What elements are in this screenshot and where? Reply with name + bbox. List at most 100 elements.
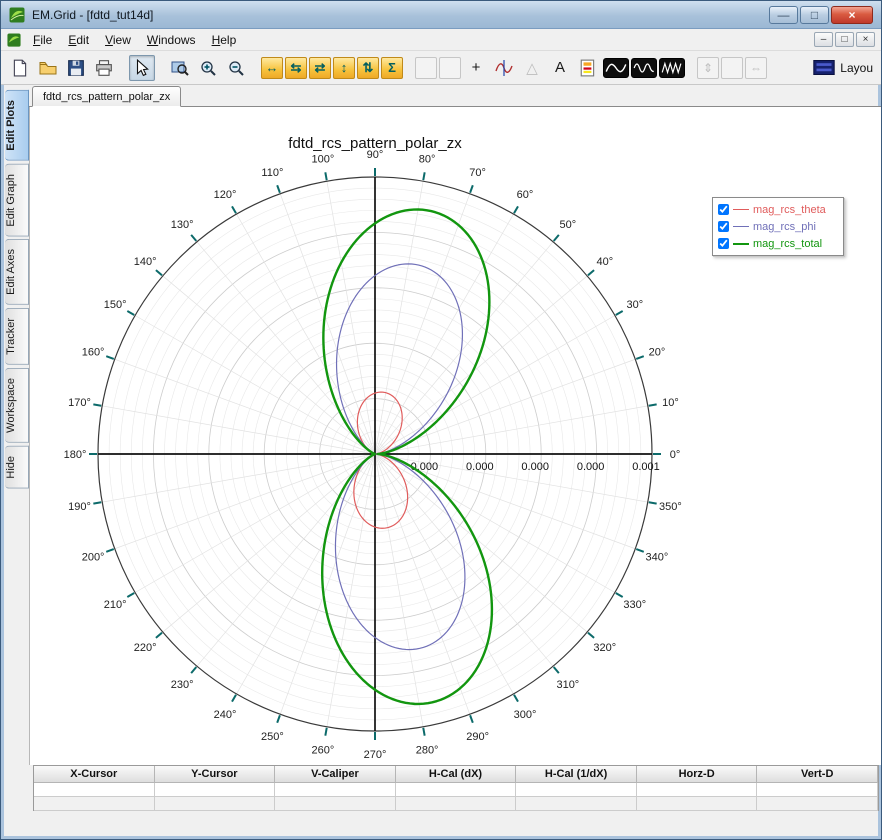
sidebar-tab-workspace[interactable]: Workspace — [5, 368, 29, 443]
new-file-icon[interactable] — [7, 55, 33, 81]
readout-header-h-cal-dx: H-Cal (dX) — [395, 766, 517, 783]
readout-cell — [516, 797, 637, 811]
legend-line-sample — [733, 242, 749, 245]
child-minimize-button[interactable]: – — [814, 32, 833, 47]
svg-text:0.000: 0.000 — [411, 461, 439, 473]
svg-text:10°: 10° — [662, 397, 679, 409]
marker-icon — [721, 56, 743, 79]
svg-text:290°: 290° — [466, 731, 489, 743]
sidebar-tab-tracker[interactable]: Tracker — [5, 308, 29, 366]
toolbar-separator — [405, 55, 413, 81]
menu-item-file[interactable]: File — [25, 30, 60, 50]
svg-text:270°: 270° — [364, 749, 387, 761]
app-window: EM.Grid - [fdtd_tut14d] — □ × File Edit View… — [0, 0, 882, 840]
window-title: EM.Grid - [fdtd_tut14d] — [32, 7, 154, 22]
svg-text:120°: 120° — [214, 189, 237, 201]
svg-text:220°: 220° — [134, 642, 157, 654]
main-panel: fdtd_rcs_pattern_polar_zx fdtd_rcs_patte… — [29, 85, 881, 839]
svg-text:140°: 140° — [134, 256, 157, 268]
svg-text:330°: 330° — [623, 599, 646, 611]
pan-horizontal-icon[interactable]: ↔ — [261, 56, 283, 79]
svg-text:50°: 50° — [560, 219, 577, 231]
readout-cell — [757, 783, 878, 797]
readout-cell — [636, 797, 758, 811]
readout-cell — [757, 797, 878, 811]
compress-horizontal-icon[interactable]: ⇄ — [309, 56, 331, 79]
save-icon[interactable] — [63, 55, 89, 81]
svg-text:260°: 260° — [312, 744, 335, 756]
crosshair-icon[interactable]: + — [463, 55, 489, 81]
text-tool-icon[interactable]: A — [547, 55, 573, 81]
readout-cell — [395, 797, 517, 811]
legend: mag_rcs_theta mag_rcs_phi mag_rcs_total — [712, 197, 844, 256]
readout-header-x-cursor: X-Cursor — [34, 766, 155, 783]
svg-text:80°: 80° — [419, 154, 436, 166]
doc-tab-fdtd-rcs-pattern-polar-zx[interactable]: fdtd_rcs_pattern_polar_zx — [32, 86, 182, 107]
line-select-icon — [415, 56, 437, 79]
tracker-icon[interactable] — [491, 55, 517, 81]
readout-cell — [516, 783, 637, 797]
svg-text:240°: 240° — [214, 709, 237, 721]
expand-horizontal-icon[interactable]: ⇆ — [285, 56, 307, 79]
layout-button-label: Layou — [840, 60, 873, 75]
readout-cell — [154, 783, 276, 797]
pointer-tool-icon[interactable] — [129, 54, 155, 81]
svg-text:150°: 150° — [104, 299, 127, 311]
layout-button[interactable]: Layou — [811, 58, 875, 77]
legend-checkbox-mag-rcs-total[interactable] — [718, 238, 729, 249]
svg-text:300°: 300° — [514, 709, 537, 721]
readout-header-v-caliper: V-Caliper — [275, 766, 396, 783]
window-func-icon[interactable] — [659, 57, 685, 78]
menu-item-edit[interactable]: Edit — [60, 30, 97, 50]
zoom-in-icon[interactable] — [195, 55, 221, 81]
svg-text:200°: 200° — [82, 552, 105, 564]
sidebar-tab-edit-graph[interactable]: Edit Graph — [5, 163, 29, 237]
readout-header-h-cal-1-dx: H-Cal (1/dX) — [516, 766, 637, 783]
menu-item-help[interactable]: Help — [204, 30, 245, 50]
legend-checkbox-mag-rcs-theta[interactable] — [718, 204, 729, 215]
box-select-icon — [439, 56, 461, 79]
readout-cell — [395, 783, 517, 797]
svg-text:60°: 60° — [517, 189, 534, 201]
legend-label: mag_rcs_total — [753, 237, 823, 250]
toolbar-separator — [769, 55, 777, 81]
legend-checkbox-mag-rcs-phi[interactable] — [718, 221, 729, 232]
svg-text:350°: 350° — [659, 501, 682, 513]
legend-row-mag-rcs-total: mag_rcs_total — [718, 235, 838, 252]
expand-vertical-icon[interactable]: ⇅ — [357, 56, 379, 79]
readout-header-vert-d: Vert-D — [757, 766, 878, 783]
close-button[interactable]: × — [831, 5, 873, 24]
filter-icon[interactable] — [631, 57, 657, 78]
series-mag_rcs_phi — [334, 263, 466, 651]
plot-area[interactable]: fdtd_rcs_pattern_polar_zx 0° 10° 20° 30° 40°… — [29, 107, 881, 765]
legend-label: mag_rcs_theta — [753, 203, 826, 216]
autoscale-icon[interactable]: Σ — [381, 56, 403, 79]
legend-row-mag-rcs-phi: mag_rcs_phi — [718, 218, 838, 235]
zoom-window-icon[interactable] — [167, 55, 193, 81]
menu-item-view[interactable]: View — [97, 30, 139, 50]
print-icon[interactable] — [91, 55, 117, 81]
menu-item-windows[interactable]: Windows — [139, 30, 204, 50]
svg-text:20°: 20° — [649, 346, 666, 358]
svg-text:210°: 210° — [104, 599, 127, 611]
pan-vertical-icon[interactable]: ↕ — [333, 56, 355, 79]
child-close-button[interactable]: × — [856, 32, 875, 47]
notes-icon[interactable] — [575, 55, 601, 81]
svg-text:30°: 30° — [626, 299, 643, 311]
sidebar-tab-hide[interactable]: Hide — [5, 445, 29, 489]
horz-fit-icon: ⇔ — [745, 56, 767, 79]
readout-grid: X-Cursor Y-Cursor V-Caliper H-Cal (dX) H-Cal… — [34, 766, 878, 811]
zoom-out-icon[interactable] — [223, 55, 249, 81]
sidebar-tab-edit-plots[interactable]: Edit Plots — [5, 90, 29, 161]
child-restore-button[interactable]: □ — [835, 32, 854, 47]
svg-text:170°: 170° — [68, 397, 91, 409]
titlebar[interactable]: EM.Grid - [fdtd_tut14d] — □ × — [1, 1, 881, 29]
sidebar-tab-edit-axes[interactable]: Edit Axes — [5, 239, 29, 306]
child-window-icon — [7, 32, 21, 47]
restore-button[interactable]: □ — [800, 5, 829, 24]
fft-icon[interactable] — [603, 57, 629, 78]
minimize-button[interactable]: — — [769, 5, 798, 24]
app-icon — [9, 7, 25, 23]
toolbar-separator — [157, 55, 165, 81]
open-file-icon[interactable] — [35, 55, 61, 81]
